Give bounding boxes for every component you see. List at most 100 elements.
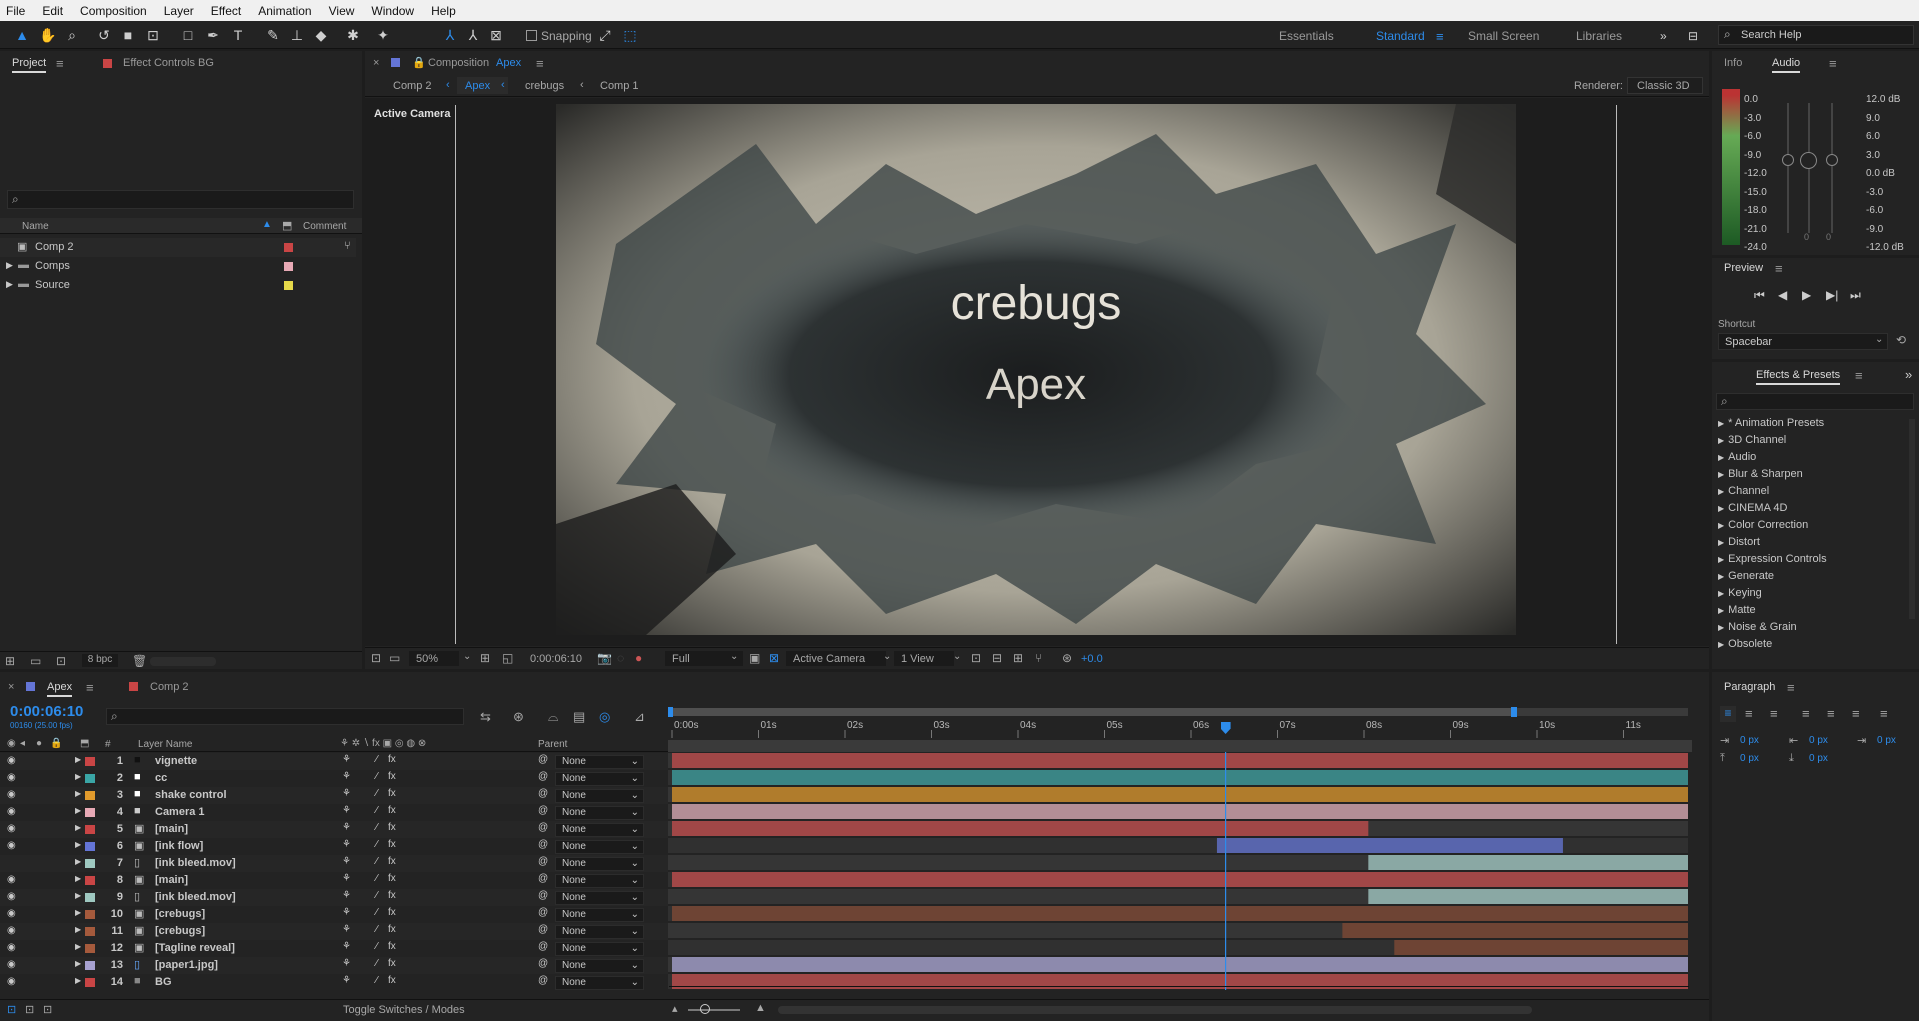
- exposure-value[interactable]: +0.0: [1081, 653, 1103, 665]
- layer-duration-bar[interactable]: [672, 804, 1688, 819]
- menu-item-window[interactable]: Window: [371, 4, 414, 18]
- mask-visibility-icon[interactable]: ◱: [502, 651, 513, 665]
- timeline-layer-row[interactable]: ◉ ▶ 11 ▣ [crebugs] ⚘ ∕ fx @ None ⌄: [0, 923, 668, 940]
- last-frame-icon[interactable]: ⏭: [1850, 288, 1861, 303]
- work-area-end-handle[interactable]: [1511, 707, 1517, 717]
- timeline-tab-apex[interactable]: Apex: [47, 681, 73, 697]
- video-toggle[interactable]: [7, 857, 18, 868]
- new-folder-icon[interactable]: ▭: [30, 654, 41, 668]
- flowchart-icon[interactable]: ⑂: [344, 240, 351, 252]
- effect-switch-icon[interactable]: fx: [388, 805, 396, 816]
- zoom-out-icon[interactable]: ▴: [672, 1002, 678, 1015]
- expand-arrow-icon[interactable]: ▶: [75, 823, 81, 832]
- camera-tool-icon[interactable]: ■: [118, 25, 138, 45]
- timeline-layer-row[interactable]: ◉ ▶ 4 ■ Camera 1 ⚘ ∕ fx @ None ⌄: [0, 804, 668, 821]
- puppet-pin-tool-icon[interactable]: ✦: [373, 25, 393, 45]
- parent-dropdown[interactable]: None ⌄: [555, 806, 644, 820]
- expand-arrow-icon[interactable]: ▶: [6, 260, 13, 271]
- layer-label-color[interactable]: [85, 842, 95, 851]
- eye-icon[interactable]: ◉: [7, 806, 18, 817]
- effect-switch-icon[interactable]: fx: [388, 754, 396, 765]
- parent-dropdown[interactable]: None ⌄: [555, 857, 644, 871]
- indent-left-value[interactable]: 0 px: [1740, 735, 1759, 746]
- expand-arrow-icon[interactable]: ▶: [1718, 419, 1724, 428]
- composition-canvas[interactable]: crebugs Apex: [556, 104, 1516, 635]
- graph-editor-icon[interactable]: ⊿: [634, 709, 645, 725]
- snapping-checkbox[interactable]: [526, 30, 537, 41]
- view-layout-dropdown[interactable]: 1 View: [901, 653, 934, 665]
- thumbnail-slider[interactable]: [150, 657, 216, 666]
- panel-menu-icon[interactable]: ≡: [56, 56, 64, 71]
- space-after-value[interactable]: 0 px: [1809, 753, 1828, 764]
- shy-switch-icon[interactable]: ⚘: [342, 890, 351, 901]
- effect-switch-icon[interactable]: fx: [388, 856, 396, 867]
- work-area-bar[interactable]: [668, 708, 1514, 716]
- pick-whip-icon[interactable]: @: [538, 924, 548, 935]
- layer-name[interactable]: [crebugs]: [155, 908, 205, 920]
- search-help-field[interactable]: ⌕ Search Help: [1718, 25, 1914, 45]
- region-of-interest-icon[interactable]: ▣: [749, 651, 760, 665]
- expand-arrow-icon[interactable]: ▶: [1718, 470, 1724, 479]
- expand-arrow-icon[interactable]: ▶: [1718, 572, 1724, 581]
- quality-switch-icon[interactable]: ∕: [376, 839, 378, 850]
- indent-right-value[interactable]: 0 px: [1809, 735, 1828, 746]
- align-right-icon[interactable]: ≡: [1770, 706, 1778, 721]
- expand-arrow-icon[interactable]: ▶: [1718, 623, 1724, 632]
- layer-name[interactable]: [main]: [155, 874, 188, 886]
- pick-whip-icon[interactable]: @: [538, 788, 548, 799]
- current-time-display[interactable]: 0:00:06:10: [530, 653, 582, 665]
- layer-duration-bar[interactable]: [1368, 889, 1688, 904]
- pick-whip-icon[interactable]: @: [538, 771, 548, 782]
- parent-dropdown[interactable]: None ⌄: [555, 840, 644, 854]
- clone-stamp-tool-icon[interactable]: ⊥: [287, 25, 307, 45]
- layer-label-color[interactable]: [85, 757, 95, 766]
- pick-whip-icon[interactable]: @: [538, 822, 548, 833]
- panel-menu-icon[interactable]: ≡: [1855, 368, 1863, 383]
- menu-item-edit[interactable]: Edit: [42, 4, 63, 18]
- layer-duration-bar[interactable]: [672, 821, 1369, 836]
- quality-switch-icon[interactable]: ∕: [376, 754, 378, 765]
- breadcrumb-comp-1[interactable]: Comp 1: [600, 80, 639, 92]
- expand-arrow-icon[interactable]: ▶: [1718, 640, 1724, 649]
- resolution-dropdown[interactable]: Full: [672, 653, 690, 665]
- shy-layers-icon[interactable]: ⌓: [548, 709, 558, 725]
- layer-label-color[interactable]: [85, 893, 95, 902]
- vr-icon[interactable]: ▭: [389, 651, 400, 665]
- timeline-horizontal-scrollbar[interactable]: [778, 1006, 1532, 1014]
- menu-item-file[interactable]: File: [6, 4, 25, 18]
- shy-switch-icon[interactable]: ⚘: [342, 856, 351, 867]
- tab-effect-controls[interactable]: Effect Controls BG: [123, 57, 214, 69]
- expand-arrow-icon[interactable]: ▶: [75, 891, 81, 900]
- space-before-value[interactable]: 0 px: [1740, 753, 1759, 764]
- layer-label-color[interactable]: [85, 859, 95, 868]
- layer-duration-bar[interactable]: [1342, 923, 1688, 938]
- magnification-dropdown[interactable]: 50%: [416, 653, 438, 665]
- effect-switch-icon[interactable]: fx: [388, 788, 396, 799]
- parent-dropdown[interactable]: None ⌄: [555, 908, 644, 922]
- parent-dropdown[interactable]: None ⌄: [555, 976, 644, 990]
- eye-icon[interactable]: ◉: [7, 874, 18, 885]
- audio-left-slider[interactable]: [1782, 154, 1794, 166]
- layer-label-color[interactable]: [85, 808, 95, 817]
- menu-item-layer[interactable]: Layer: [164, 4, 194, 18]
- parent-dropdown[interactable]: None ⌄: [555, 891, 644, 905]
- eye-icon[interactable]: ◉: [7, 789, 18, 800]
- first-line-indent-value[interactable]: 0 px: [1877, 735, 1896, 746]
- menu-item-effect[interactable]: Effect: [211, 4, 241, 18]
- frame-blending-icon[interactable]: ▤: [573, 709, 585, 725]
- parent-dropdown[interactable]: None ⌄: [555, 925, 644, 939]
- composition-tab-prefix[interactable]: Composition: [428, 57, 489, 69]
- quality-switch-icon[interactable]: ∕: [376, 958, 378, 969]
- layer-label-color[interactable]: [85, 791, 95, 800]
- work-area-start-handle[interactable]: [668, 707, 673, 717]
- timeline-layer-row[interactable]: ◉ ▶ 6 ▣ [ink flow] ⚘ ∕ fx @ None ⌄: [0, 838, 668, 855]
- effect-switch-icon[interactable]: fx: [388, 941, 396, 952]
- timeline-timecode[interactable]: 0:00:06:10: [10, 703, 83, 720]
- breadcrumb-comp-2[interactable]: Comp 2: [393, 80, 432, 92]
- label-column-icon[interactable]: ⬒: [282, 219, 292, 232]
- eye-icon[interactable]: ◉: [7, 772, 18, 783]
- effect-category[interactable]: ▶ Blur & Sharpen: [1718, 468, 1803, 480]
- trash-icon[interactable]: 🗑: [132, 654, 147, 668]
- quality-switch-icon[interactable]: ∕: [376, 805, 378, 816]
- effect-category[interactable]: ▶ 3D Channel: [1718, 434, 1786, 446]
